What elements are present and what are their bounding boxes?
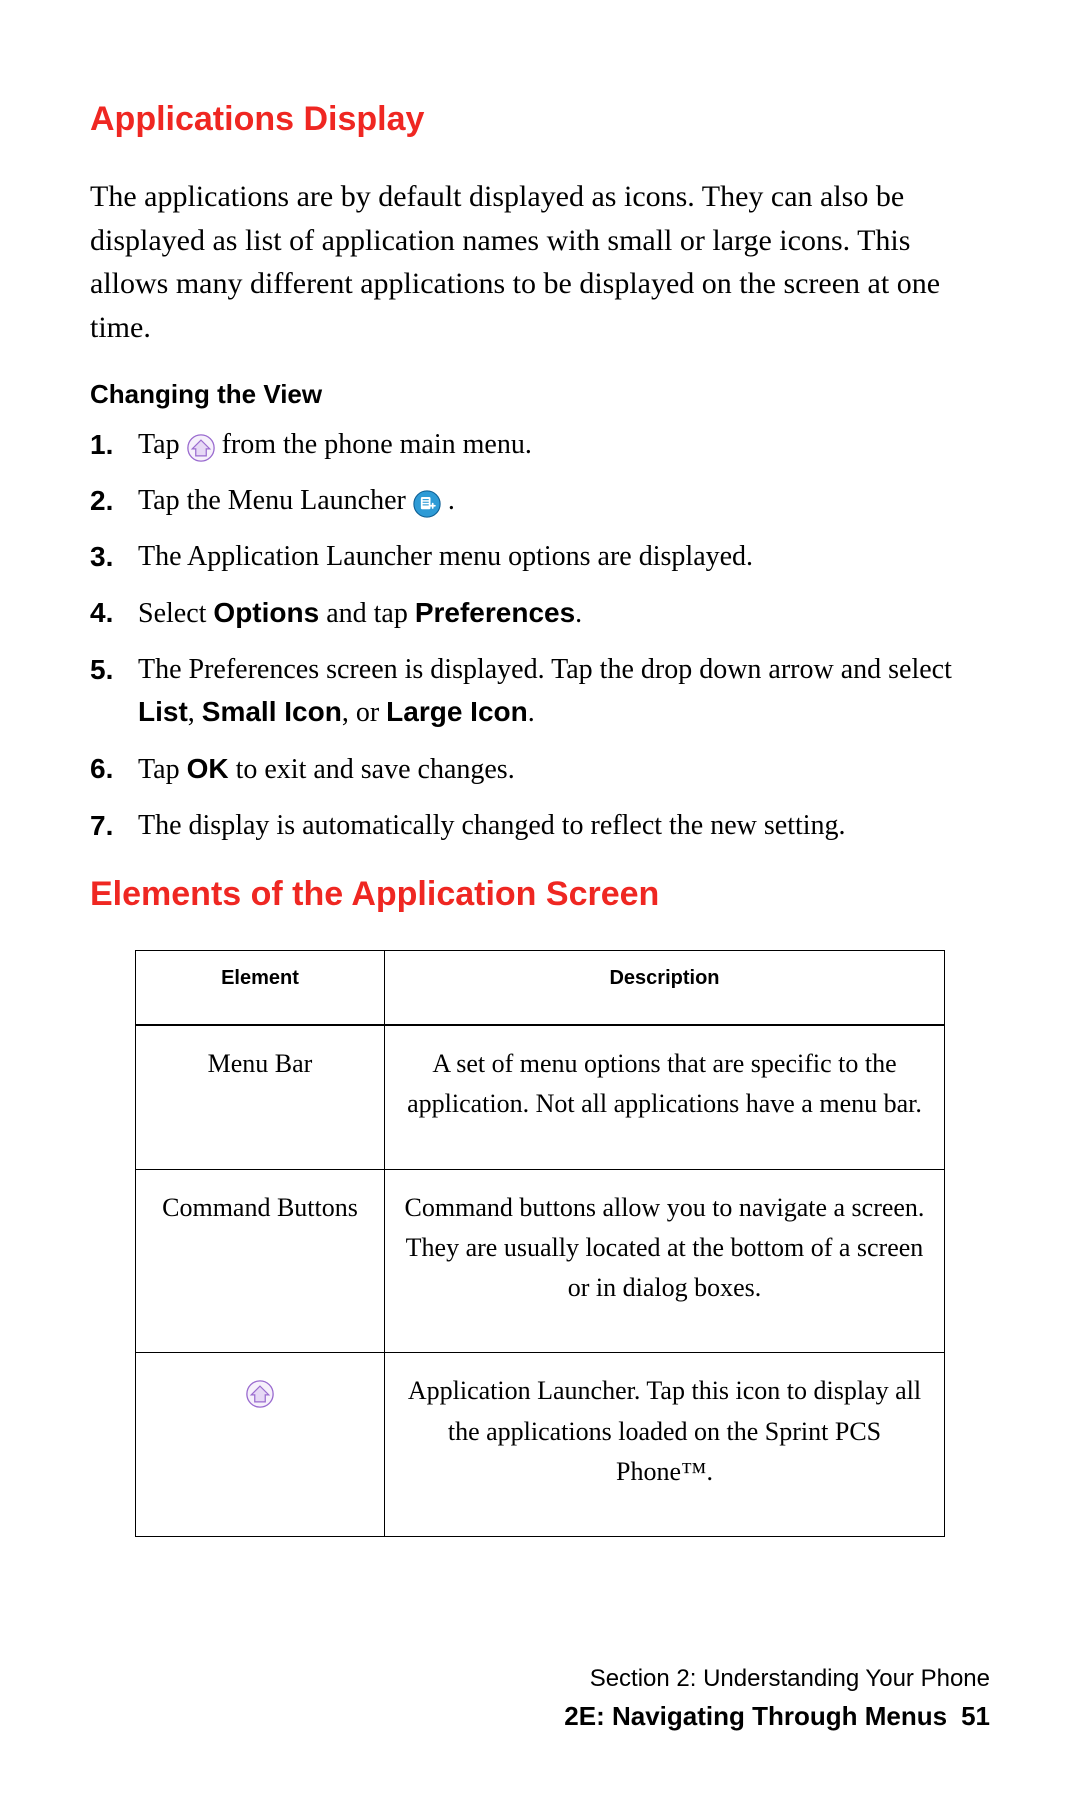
cell-description: A set of menu options that are specific … [385,1026,945,1170]
cell-element-icon [136,1353,385,1537]
text: and tap [319,598,415,629]
page-number: 51 [961,1701,990,1731]
bold: List [138,696,188,727]
page-footer: Section 2: Understanding Your Phone 2E: … [564,1661,990,1736]
heading-elements: Elements of the Application Screen [90,875,990,914]
home-icon [187,433,215,461]
cell-description: Application Launcher. Tap this icon to d… [385,1353,945,1537]
home-icon [246,1380,274,1408]
text: from the phone main menu. [222,429,532,460]
step-5: The Preferences screen is displayed. Tap… [90,649,990,734]
step-6: Tap OK to exit and save changes. [90,748,990,791]
bold: Small Icon [202,696,342,727]
text: to exit and save changes. [229,754,515,785]
cell-element: Menu Bar [136,1026,385,1170]
footer-chapter: 2E: Navigating Through Menus [564,1701,947,1731]
footer-section: Section 2: Understanding Your Phone [564,1661,990,1697]
text: . [528,697,535,728]
text: Tap the Menu Launcher [138,485,413,516]
table-row: Menu Bar A set of menu options that are … [136,1026,945,1170]
text: . [575,598,582,629]
text: Select [138,598,213,629]
heading-applications-display: Applications Display [90,100,990,139]
text: The Preferences screen is displayed. Tap… [138,654,952,685]
text: , [188,697,202,728]
th-description: Description [385,951,945,1025]
step-2: Tap the Menu Launcher . [90,480,990,522]
elements-table: Element Description Menu Bar A set of me… [135,950,945,1537]
subheading-changing-view: Changing the View [90,379,990,410]
table-row: Command Buttons Command buttons allow yo… [136,1169,945,1353]
bold: Preferences [415,597,575,628]
steps-list: Tap from the phone main menu. Tap the Me… [90,424,990,847]
text: Tap [138,429,187,460]
table-row: Application Launcher. Tap this icon to d… [136,1353,945,1537]
document-page: Applications Display The applications ar… [0,0,1080,1800]
bold: Large Icon [386,696,528,727]
menu-launcher-icon [413,489,441,517]
text: . [448,485,455,516]
intro-paragraph: The applications are by default displaye… [90,175,990,349]
text: , or [342,697,386,728]
bold: Options [213,597,319,628]
cell-description: Command buttons allow you to navigate a … [385,1169,945,1353]
cell-element: Command Buttons [136,1169,385,1353]
step-3: The Application Launcher menu options ar… [90,536,990,578]
text: Tap [138,754,187,785]
table-header-row: Element Description [136,951,945,1025]
step-4: Select Options and tap Preferences. [90,592,990,635]
step-1: Tap from the phone main menu. [90,424,990,466]
step-7: The display is automatically changed to … [90,805,990,847]
th-element: Element [136,951,385,1025]
bold: OK [187,753,229,784]
